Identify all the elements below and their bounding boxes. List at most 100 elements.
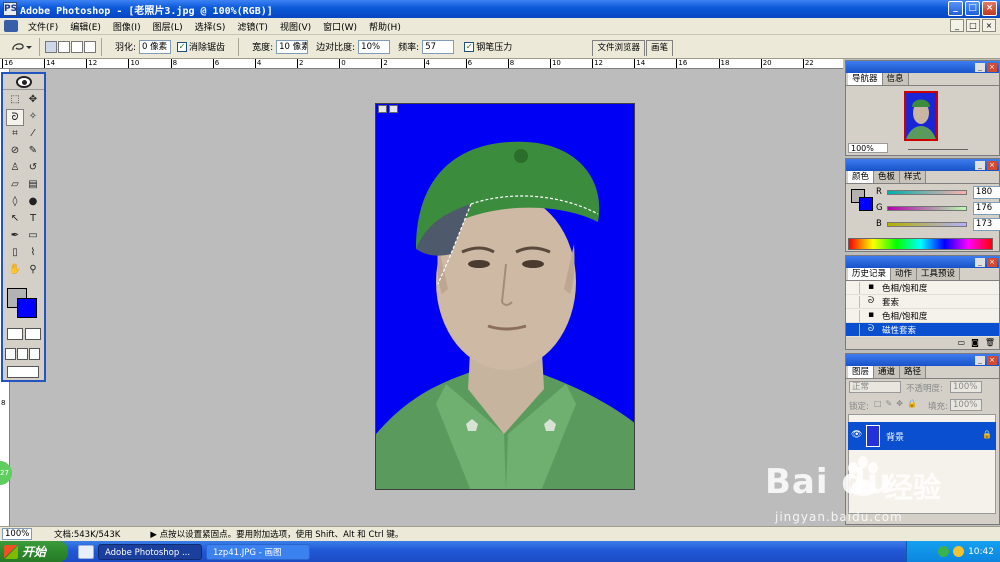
tab-tool-presets[interactable]: 工具预设 xyxy=(917,268,961,280)
close-button[interactable]: × xyxy=(982,1,997,16)
show-desktop-icon[interactable] xyxy=(78,544,94,559)
notes-tool-icon[interactable]: ▯ xyxy=(6,245,24,262)
blur-tool-icon[interactable]: ◊ xyxy=(6,194,24,211)
opacity-field[interactable]: 100% xyxy=(950,381,982,393)
menu-window[interactable]: 窗口(W) xyxy=(317,20,363,33)
file-browser-tab[interactable]: 文件浏览器 xyxy=(592,40,645,56)
clone-stamp-tool-icon[interactable]: ♙ xyxy=(6,160,24,177)
pen-tool-icon[interactable]: ✒ xyxy=(6,228,24,245)
menu-view[interactable]: 视图(V) xyxy=(274,20,317,33)
network-icon[interactable] xyxy=(938,546,950,557)
edge-contrast-input[interactable]: 10% xyxy=(358,39,391,54)
document-size-text[interactable]: 文档:543K/543K xyxy=(54,528,120,540)
history-item[interactable]: ▪ 色相/饱和度 xyxy=(846,309,999,323)
clock[interactable]: 10:42 xyxy=(968,547,994,557)
panel-close-button[interactable]: × xyxy=(987,355,997,365)
magnetic-lasso-tool-icon[interactable] xyxy=(8,38,34,56)
brushes-tab[interactable]: 画笔 xyxy=(645,40,673,56)
doc-close-button[interactable]: × xyxy=(982,19,996,32)
blue-value-field[interactable]: 173 xyxy=(972,217,1000,231)
lock-options-icon[interactable]: □✎✥🔒 xyxy=(874,399,921,408)
tab-channels[interactable]: 通道 xyxy=(874,366,901,378)
history-snapshot-box[interactable] xyxy=(848,323,860,336)
screen-mode-full-menu-button[interactable] xyxy=(17,348,28,360)
width-input[interactable]: 10 像素 xyxy=(276,39,309,54)
minimize-button[interactable]: _ xyxy=(948,1,963,16)
eyedropper-tool-icon[interactable]: ⌇ xyxy=(24,245,42,262)
security-icon[interactable] xyxy=(953,546,965,557)
history-brush-tool-icon[interactable]: ↺ xyxy=(24,160,42,177)
green-slider[interactable] xyxy=(887,205,967,211)
document-icon[interactable] xyxy=(4,20,18,32)
tab-actions[interactable]: 动作 xyxy=(891,268,918,280)
navigator-zoom-slider[interactable] xyxy=(908,149,968,150)
camera-icon[interactable]: ◙ xyxy=(971,338,979,347)
menu-filter[interactable]: 滤镜(T) xyxy=(231,20,274,33)
doc-minimize-button[interactable]: _ xyxy=(950,19,964,32)
red-value-field[interactable]: 180 xyxy=(972,185,1000,199)
layer-background-row[interactable]: 👁 背景 🔒 xyxy=(848,422,996,450)
zoom-tool-icon[interactable]: ⚲ xyxy=(24,262,42,279)
new-document-icon[interactable]: ▭ xyxy=(958,338,966,347)
tab-navigator[interactable]: 导航器 xyxy=(848,73,883,85)
new-selection-button[interactable] xyxy=(45,40,57,53)
fill-field[interactable]: 100% xyxy=(950,399,982,411)
menu-image[interactable]: 图像(I) xyxy=(107,20,147,33)
slice-tool-icon[interactable]: ⁄ xyxy=(24,126,42,143)
taskbar-photoshop-button[interactable]: Adobe Photoshop ... xyxy=(98,543,202,560)
quick-mask-mode-button[interactable] xyxy=(25,328,41,340)
panel-minimize-button[interactable]: _ xyxy=(975,257,985,267)
standard-mode-button[interactable] xyxy=(7,328,23,340)
magic-wand-tool-icon[interactable]: ✧ xyxy=(24,109,42,126)
panel-minimize-button[interactable]: _ xyxy=(975,160,985,170)
background-color-swatch[interactable] xyxy=(17,298,37,318)
panel-minimize-button[interactable]: _ xyxy=(975,355,985,365)
type-tool-icon[interactable]: T xyxy=(24,211,42,228)
navigator-zoom-field[interactable]: 100% xyxy=(848,143,888,153)
screen-mode-full-button[interactable] xyxy=(29,348,40,360)
green-value-field[interactable]: 176 xyxy=(972,201,1000,215)
dodge-tool-icon[interactable]: ● xyxy=(24,194,42,211)
color-spectrum-bar[interactable] xyxy=(848,238,993,250)
maximize-button[interactable]: □ xyxy=(965,1,980,16)
blend-mode-select[interactable]: 正常 xyxy=(849,381,901,393)
tab-paths[interactable]: 路径 xyxy=(900,366,927,378)
panel-close-button[interactable]: × xyxy=(987,160,997,170)
marquee-tool-icon[interactable]: ⬚ xyxy=(6,92,24,109)
start-button[interactable]: 开始 xyxy=(0,541,68,562)
add-to-selection-button[interactable] xyxy=(58,40,70,53)
history-item-active[interactable]: ᘐ 磁性套索 xyxy=(846,323,999,337)
panel-close-button[interactable]: × xyxy=(987,257,997,267)
shape-tool-icon[interactable]: ▭ xyxy=(24,228,42,245)
jump-to-imageready-button[interactable] xyxy=(7,366,39,378)
menu-select[interactable]: 选择(S) xyxy=(189,20,232,33)
frequency-input[interactable]: 57 xyxy=(422,39,455,54)
menu-file[interactable]: 文件(F) xyxy=(22,20,64,33)
menu-help[interactable]: 帮助(H) xyxy=(363,20,407,33)
navigator-thumbnail[interactable] xyxy=(904,91,938,141)
trash-icon[interactable]: 🗑 xyxy=(985,338,995,347)
feather-input[interactable]: 0 像素 xyxy=(139,39,172,54)
tab-layers[interactable]: 图层 xyxy=(848,366,875,378)
tab-styles[interactable]: 样式 xyxy=(900,171,927,183)
brush-tool-icon[interactable]: ✎ xyxy=(24,143,42,160)
menu-edit[interactable]: 编辑(E) xyxy=(64,20,107,33)
eye-visibility-icon[interactable]: 👁 xyxy=(851,430,862,440)
blue-slider[interactable] xyxy=(887,221,967,227)
panel-close-button[interactable]: × xyxy=(987,62,997,72)
subtract-from-selection-button[interactable] xyxy=(71,40,83,53)
healing-brush-tool-icon[interactable]: ⊘ xyxy=(6,143,24,160)
antialias-checkbox[interactable]: ✓ xyxy=(177,41,188,52)
history-item[interactable]: ▪ 色相/饱和度 xyxy=(846,281,999,295)
crop-tool-icon[interactable]: ⌗ xyxy=(6,126,24,143)
move-tool-icon[interactable]: ✥ xyxy=(24,92,42,109)
history-snapshot-box[interactable] xyxy=(848,309,860,322)
tab-swatches[interactable]: 色板 xyxy=(874,171,901,183)
eraser-tool-icon[interactable]: ▱ xyxy=(6,177,24,194)
gradient-tool-icon[interactable]: ▤ xyxy=(24,177,42,194)
document-canvas[interactable] xyxy=(375,103,635,490)
history-item[interactable]: ᘐ 套索 xyxy=(846,295,999,309)
hand-tool-icon[interactable]: ✋ xyxy=(6,262,24,279)
lasso-tool-icon[interactable]: ᘐ xyxy=(6,109,24,126)
history-snapshot-box[interactable] xyxy=(848,295,860,308)
